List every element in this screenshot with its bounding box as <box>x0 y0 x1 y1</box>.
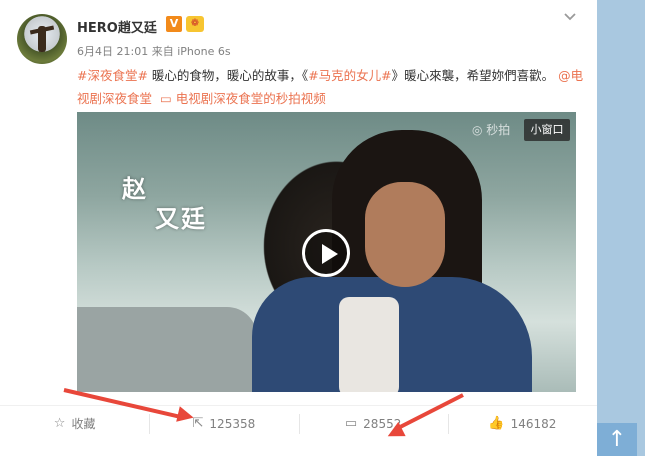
comment-icon: ▭ <box>344 416 358 431</box>
hashtag-link[interactable]: #马克的女儿# <box>308 68 391 83</box>
play-button[interactable] <box>302 229 350 277</box>
post-text-part: 》暖心來襲，希望妳們喜歡。 <box>391 68 555 83</box>
like-button[interactable]: 👍 146182 <box>447 406 597 441</box>
post-text: #深夜食堂# 暖心的食物，暖心的故事，《#马克的女儿#》暖心來襲，希望妳們喜歡。… <box>77 64 587 110</box>
favorite-button[interactable]: ☆ 收藏 <box>0 406 149 441</box>
action-bar: ☆ 收藏 ⇱ 125358 ▭ 28552 👍 146182 <box>0 405 597 441</box>
favorite-label: 收藏 <box>71 417 96 431</box>
hashtag-link[interactable]: #深夜食堂# <box>77 68 148 83</box>
post-text-part: 暖心的食物，暖心的故事，《 <box>147 68 309 83</box>
share-icon: ⇱ <box>192 416 204 431</box>
verified-badge: V <box>166 16 182 32</box>
video-frame-tee <box>339 297 399 392</box>
source-prefix: 来自 <box>151 45 174 58</box>
video-title-overlay: 赵 又廷 <box>122 175 207 233</box>
chevron-down-icon[interactable] <box>563 10 577 24</box>
post-time[interactable]: 6月4日 21:01 <box>77 45 148 58</box>
mini-window-button[interactable]: 小窗口 <box>524 119 570 141</box>
avatar[interactable] <box>17 14 67 64</box>
page-background <box>597 0 645 456</box>
arrow-up-icon[interactable]: ↑ <box>597 423 637 456</box>
video-frame-face <box>365 182 445 287</box>
repost-button[interactable]: ⇱ 125358 <box>149 406 298 441</box>
like-count: 146182 <box>510 416 557 431</box>
video-link-icon: ▭ <box>159 91 172 106</box>
post-source: iPhone 6s <box>177 45 231 58</box>
video-player[interactable]: 赵 又廷 ◎ 秒拍 小窗口 <box>77 112 576 392</box>
video-watermark: ◎ 秒拍 <box>472 123 511 137</box>
post-meta: 6月4日 21:01 来自 iPhone 6s <box>77 43 231 59</box>
vip-badge[interactable]: ❁ <box>186 16 204 32</box>
username[interactable]: HERO趙又廷 <box>77 17 157 36</box>
repost-count: 125358 <box>209 416 256 431</box>
star-icon: ☆ <box>53 416 66 431</box>
weibo-post-card: HERO趙又廷 V ❁ 6月4日 21:01 来自 iPhone 6s #深夜食… <box>0 0 597 456</box>
video-link[interactable]: 电视剧深夜食堂的秒拍视频 <box>176 91 326 106</box>
video-frame-boat <box>77 307 257 392</box>
thumbs-up-icon: 👍 <box>488 416 505 431</box>
